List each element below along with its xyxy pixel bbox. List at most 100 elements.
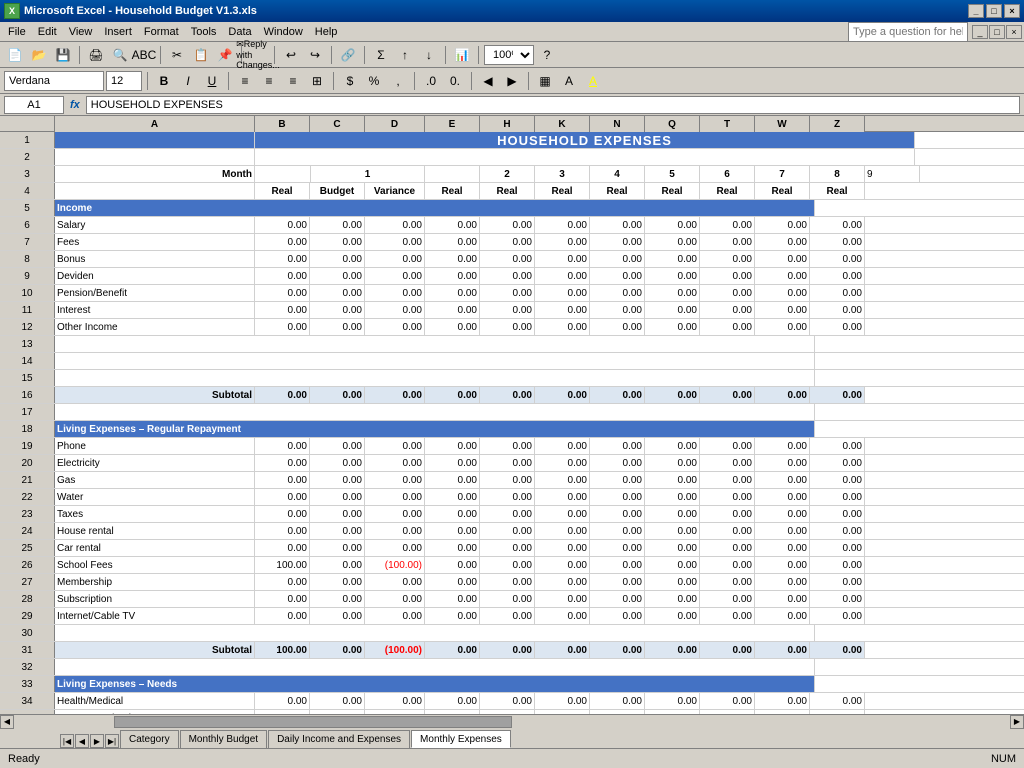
close-button[interactable]: × [1004,4,1020,18]
app-restore[interactable]: □ [989,25,1005,39]
print-icon[interactable]: 🖨 [85,44,107,66]
cell-k19[interactable]: 0.00 [535,438,590,454]
cell-w19[interactable]: 0.00 [755,438,810,454]
cell-n28[interactable]: 0.00 [590,591,645,607]
cell-z31[interactable]: 0.00 [810,642,865,658]
cell-a1[interactable] [55,132,255,148]
cell-w22[interactable]: 0.00 [755,489,810,505]
cell-b27[interactable]: 0.00 [255,574,310,590]
font-size-input[interactable] [106,71,142,91]
col-c-header[interactable]: C [310,116,365,132]
tab-scroll-next[interactable]: ▶ [90,734,104,748]
cell-c12[interactable]: 0.00 [310,319,365,335]
col-h-header[interactable]: H [480,116,535,132]
cell-n7[interactable]: 0.00 [590,234,645,250]
cell-a28[interactable]: Subscription [55,591,255,607]
cell-k24[interactable]: 0.00 [535,523,590,539]
hyperlink-icon[interactable]: 🔗 [337,44,359,66]
cell-z28[interactable]: 0.00 [810,591,865,607]
print-preview-icon[interactable]: 🔍 [109,44,131,66]
cell-w26[interactable]: 0.00 [755,557,810,573]
cell-w27[interactable]: 0.00 [755,574,810,590]
cell-b2[interactable] [255,149,915,165]
cell-n24[interactable]: 0.00 [590,523,645,539]
cell-w34[interactable]: 0.00 [755,693,810,709]
cell-e31[interactable]: 0.00 [425,642,480,658]
cell-h26[interactable]: 0.00 [480,557,535,573]
cell-z6[interactable]: 0.00 [810,217,865,233]
cell-e22[interactable]: 0.00 [425,489,480,505]
cell-d29[interactable]: 0.00 [365,608,425,624]
app-minimize[interactable]: _ [972,25,988,39]
cell-h28[interactable]: 0.00 [480,591,535,607]
cell-k7[interactable]: 0.00 [535,234,590,250]
cell-c20[interactable]: 0.00 [310,455,365,471]
cell-a21[interactable]: Gas [55,472,255,488]
maximize-button[interactable]: □ [986,4,1002,18]
cell-z12[interactable]: 0.00 [810,319,865,335]
cell-a34[interactable]: Health/Medical [55,693,255,709]
cell-q9[interactable]: 0.00 [645,268,700,284]
cell-empty-15[interactable] [55,370,815,386]
cell-q22[interactable]: 0.00 [645,489,700,505]
cell-e26[interactable]: 0.00 [425,557,480,573]
italic-icon[interactable]: I [177,70,199,92]
cell-k6[interactable]: 0.00 [535,217,590,233]
cell-e27[interactable]: 0.00 [425,574,480,590]
cell-k23[interactable]: 0.00 [535,506,590,522]
col-d-header[interactable]: D [365,116,425,132]
cell-c19[interactable]: 0.00 [310,438,365,454]
cell-n25[interactable]: 0.00 [590,540,645,556]
cell-e34[interactable]: 0.00 [425,693,480,709]
cell-a23[interactable]: Taxes [55,506,255,522]
cell-q6[interactable]: 0.00 [645,217,700,233]
cell-b10[interactable]: 0.00 [255,285,310,301]
cell-t26[interactable]: 0.00 [700,557,755,573]
cell-k28[interactable]: 0.00 [535,591,590,607]
cell-c7[interactable]: 0.00 [310,234,365,250]
cell-q26[interactable]: 0.00 [645,557,700,573]
cell-q23[interactable]: 0.00 [645,506,700,522]
cell-a20[interactable]: Electricity [55,455,255,471]
align-center-icon[interactable]: ≡ [258,70,280,92]
cell-e24[interactable]: 0.00 [425,523,480,539]
cell-empty-17[interactable] [55,404,815,420]
cell-b34[interactable]: 0.00 [255,693,310,709]
cell-n16[interactable]: 0.00 [590,387,645,403]
redo-icon[interactable]: ↪ [304,44,326,66]
cell-q20[interactable]: 0.00 [645,455,700,471]
cell-empty-13[interactable] [55,336,815,352]
cell-k34[interactable]: 0.00 [535,693,590,709]
cell-k12[interactable]: 0.00 [535,319,590,335]
cell-t27[interactable]: 0.00 [700,574,755,590]
cell-d26[interactable]: (100.00) [365,557,425,573]
cell-c22[interactable]: 0.00 [310,489,365,505]
tab-scroll-prev[interactable]: ◀ [75,734,89,748]
cell-d21[interactable]: 0.00 [365,472,425,488]
cell-z9[interactable]: 0.00 [810,268,865,284]
cell-e25[interactable]: 0.00 [425,540,480,556]
scroll-left-btn[interactable]: ◀ [0,715,14,729]
cell-z19[interactable]: 0.00 [810,438,865,454]
menu-help[interactable]: Help [309,24,344,40]
cell-t29[interactable]: 0.00 [700,608,755,624]
cell-d9[interactable]: 0.00 [365,268,425,284]
cell-d25[interactable]: 0.00 [365,540,425,556]
cell-reference-input[interactable] [4,96,64,114]
cell-a6[interactable]: Salary [55,217,255,233]
cell-d22[interactable]: 0.00 [365,489,425,505]
cell-b8[interactable]: 0.00 [255,251,310,267]
cell-c23[interactable]: 0.00 [310,506,365,522]
cell-w12[interactable]: 0.00 [755,319,810,335]
cell-d23[interactable]: 0.00 [365,506,425,522]
cell-c35[interactable]: 0.00 [310,710,365,714]
currency-icon[interactable]: $ [339,70,361,92]
cell-n26[interactable]: 0.00 [590,557,645,573]
cell-h22[interactable]: 0.00 [480,489,535,505]
paste-icon[interactable]: 📌 [214,44,236,66]
cell-c21[interactable]: 0.00 [310,472,365,488]
cell-a4[interactable] [55,183,255,199]
cell-h19[interactable]: 0.00 [480,438,535,454]
scroll-right-btn[interactable]: ▶ [1010,715,1024,729]
cell-z11[interactable]: 0.00 [810,302,865,318]
